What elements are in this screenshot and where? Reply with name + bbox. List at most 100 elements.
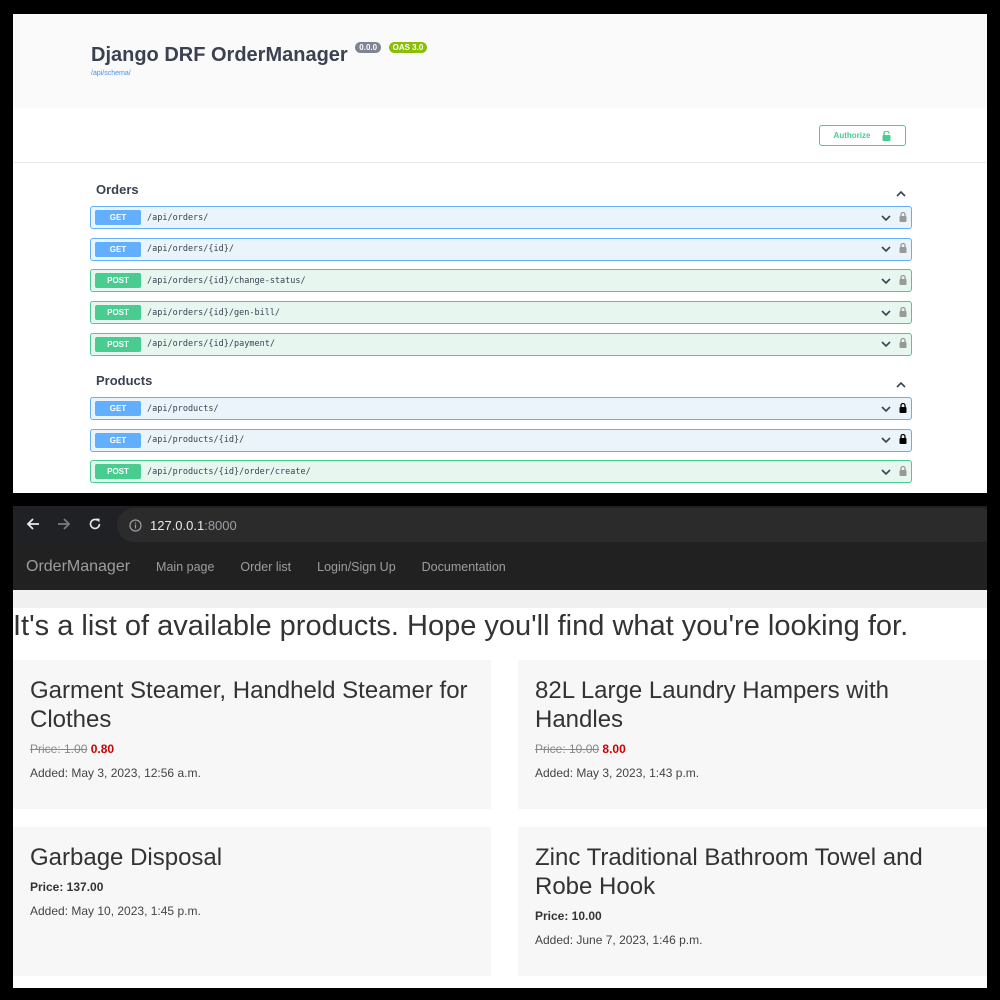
url-port: :8000 — [204, 517, 237, 533]
method-badge: GET — [95, 401, 141, 416]
api-title-text: Django DRF OrderManager — [91, 44, 348, 66]
operation-path: /api/orders/{id}/ — [147, 244, 234, 255]
product-price: Price: 1.00 0.80 — [30, 742, 474, 756]
section-products[interactable]: Products — [90, 369, 912, 393]
product-card[interactable]: Garment Steamer, Handheld Steamer for Cl… — [13, 660, 491, 809]
method-badge: GET — [95, 210, 141, 225]
product-price: Price: 137.00 — [30, 880, 104, 894]
chevron-down-icon[interactable] — [881, 431, 891, 449]
method-badge: POST — [95, 273, 141, 289]
operation-row[interactable]: POST/api/orders/{id}/gen-bill/ — [90, 301, 912, 325]
lock-icon[interactable] — [899, 431, 907, 449]
product-added-date: Added: May 10, 2023, 1:45 p.m. — [30, 904, 201, 918]
method-badge: POST — [95, 336, 141, 352]
chevron-down-icon[interactable] — [881, 335, 891, 353]
site-info-icon[interactable] — [129, 518, 142, 532]
browser-toolbar: 127.0.0.1:8000 — [13, 506, 987, 544]
nav-order-list[interactable]: Order list — [240, 560, 291, 574]
product-card[interactable]: Garbage Disposal Price: 137.00 Added: Ma… — [13, 827, 491, 976]
nav-main-page[interactable]: Main page — [156, 560, 214, 574]
unlock-icon[interactable] — [899, 335, 907, 353]
unlock-icon[interactable] — [899, 463, 907, 481]
product-grid: Garment Steamer, Handheld Steamer for Cl… — [13, 660, 987, 988]
chevron-down-icon[interactable] — [881, 272, 891, 290]
authorize-label: Authorize — [833, 131, 871, 140]
operation-path: /api/orders/ — [147, 212, 209, 223]
product-title[interactable]: Garment Steamer, Handheld Steamer for Cl… — [30, 676, 474, 734]
page-headline: It's a list of available products. Hope … — [13, 608, 987, 660]
operation-path: /api/orders/{id}/payment/ — [147, 339, 275, 350]
operation-row[interactable]: POST/api/orders/{id}/payment/ — [90, 332, 912, 356]
schema-link[interactable]: /api/schema/ — [91, 70, 131, 77]
section-orders[interactable]: Orders — [90, 178, 912, 202]
reload-icon[interactable] — [88, 517, 102, 531]
back-arrow-icon[interactable] — [26, 517, 40, 531]
operation-row[interactable]: GET/api/orders/{id}/ — [90, 237, 912, 261]
url-host: 127.0.0.1 — [150, 517, 205, 533]
operation-path: /api/products/{id}/order/create/ — [147, 466, 311, 477]
operation-controls — [881, 272, 907, 290]
site-brand[interactable]: OrderManager — [26, 558, 130, 576]
chevron-down-icon[interactable] — [881, 304, 891, 322]
unlock-icon[interactable] — [899, 272, 907, 290]
method-badge: POST — [95, 305, 141, 321]
operation-controls — [881, 431, 907, 449]
authorize-button[interactable]: Authorize — [819, 125, 906, 146]
operation-path: /api/products/ — [147, 403, 219, 414]
chevron-down-icon[interactable] — [881, 463, 891, 481]
old-price: Price: 1.00 — [30, 742, 88, 756]
product-card[interactable]: 82L Large Laundry Hampers with Handles P… — [518, 660, 987, 809]
browser-window: 127.0.0.1:8000 OrderManager Main page Or… — [13, 506, 987, 988]
nav-login-signup[interactable]: Login/Sign Up — [317, 560, 396, 574]
operation-row[interactable]: POST/api/orders/{id}/change-status/ — [90, 269, 912, 293]
product-price: Price: 10.00 8.00 — [535, 742, 970, 756]
unlock-icon — [882, 130, 891, 141]
operation-path: /api/products/{id}/ — [147, 435, 245, 446]
product-price: Price: 10.00 — [535, 909, 602, 923]
operation-path: /api/orders/{id}/gen-bill/ — [147, 307, 281, 318]
method-badge: GET — [95, 432, 141, 448]
product-title[interactable]: 82L Large Laundry Hampers with Handles — [535, 676, 970, 734]
discount-price: 8.00 — [602, 742, 626, 756]
swagger-info-header: Django DRF OrderManager 0.0.0 OAS 3.0 /a… — [13, 14, 987, 108]
section-title: Orders — [96, 182, 139, 197]
chevron-up-icon[interactable] — [896, 184, 906, 202]
old-price: Price: 10.00 — [535, 742, 600, 756]
swagger-ui-panel: Django DRF OrderManager 0.0.0 OAS 3.0 /a… — [13, 14, 987, 493]
chevron-down-icon[interactable] — [881, 209, 891, 227]
operation-row[interactable]: GET/api/products/ — [90, 397, 912, 420]
product-card[interactable]: Zinc Traditional Bathroom Towel and Robe… — [518, 827, 987, 976]
forward-arrow-icon[interactable] — [57, 517, 71, 531]
address-bar[interactable]: 127.0.0.1:8000 — [117, 508, 987, 542]
product-added-date: Added: June 7, 2023, 1:46 p.m. — [535, 933, 703, 947]
discount-price: 0.80 — [90, 742, 115, 756]
operation-controls — [881, 304, 907, 322]
product-title[interactable]: Zinc Traditional Bathroom Towel and Robe… — [535, 843, 970, 901]
chevron-up-icon[interactable] — [896, 375, 906, 393]
operation-row[interactable]: GET/api/orders/ — [90, 206, 912, 229]
product-added-date: Added: May 3, 2023, 12:56 a.m. — [30, 766, 201, 780]
operation-row[interactable]: POST/api/products/{id}/order/create/ — [90, 460, 912, 484]
unlock-icon[interactable] — [899, 304, 907, 322]
method-badge: POST — [95, 464, 141, 480]
chevron-down-icon[interactable] — [881, 400, 891, 418]
operation-controls — [881, 209, 907, 227]
product-added-date: Added: May 3, 2023, 1:43 p.m. — [535, 766, 700, 780]
auth-bar: Authorize — [13, 108, 987, 163]
unlock-icon[interactable] — [899, 240, 907, 258]
operation-controls — [881, 463, 907, 481]
operation-path: /api/orders/{id}/change-status/ — [147, 275, 306, 286]
site-navbar: OrderManager Main page Order list Login/… — [13, 544, 987, 590]
product-title[interactable]: Garbage Disposal — [30, 843, 474, 872]
method-badge: GET — [95, 241, 141, 257]
lock-icon[interactable] — [899, 400, 907, 418]
operation-controls — [881, 335, 907, 353]
version-badge: 0.0.0 — [355, 42, 382, 53]
nav-documentation[interactable]: Documentation — [422, 560, 506, 574]
chevron-down-icon[interactable] — [881, 240, 891, 258]
unlock-icon[interactable] — [899, 209, 907, 227]
operation-controls — [881, 240, 907, 258]
operation-row[interactable]: GET/api/products/{id}/ — [90, 428, 912, 452]
section-title: Products — [96, 373, 153, 388]
oas-badge: OAS 3.0 — [388, 42, 428, 53]
